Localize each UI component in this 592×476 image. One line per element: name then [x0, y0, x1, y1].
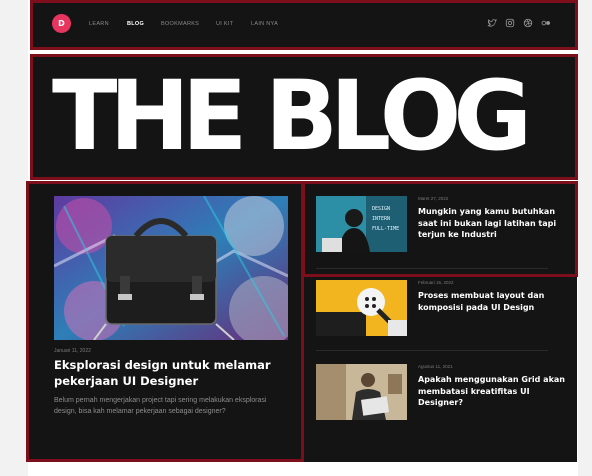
highlight-frame: [30, 54, 578, 180]
highlight-frame: [30, 0, 578, 50]
post-image[interactable]: [316, 364, 407, 420]
highlight-frame: [302, 181, 578, 277]
post-item[interactable]: Agustus 11, 2021 Apakah menggunakan Grid…: [316, 364, 568, 424]
post-title[interactable]: Proses membuat layout dan komposisi pada…: [418, 290, 568, 313]
post-date: Agustus 11, 2021: [418, 364, 453, 369]
post-image[interactable]: [316, 280, 407, 336]
post-title[interactable]: Apakah menggunakan Grid akan membatasi k…: [418, 374, 568, 409]
divider: [316, 350, 548, 351]
post-item[interactable]: Februari 15, 2022 Proses membuat layout …: [316, 280, 568, 340]
post-date: Februari 15, 2022: [418, 280, 454, 285]
highlight-frame: [26, 181, 304, 462]
